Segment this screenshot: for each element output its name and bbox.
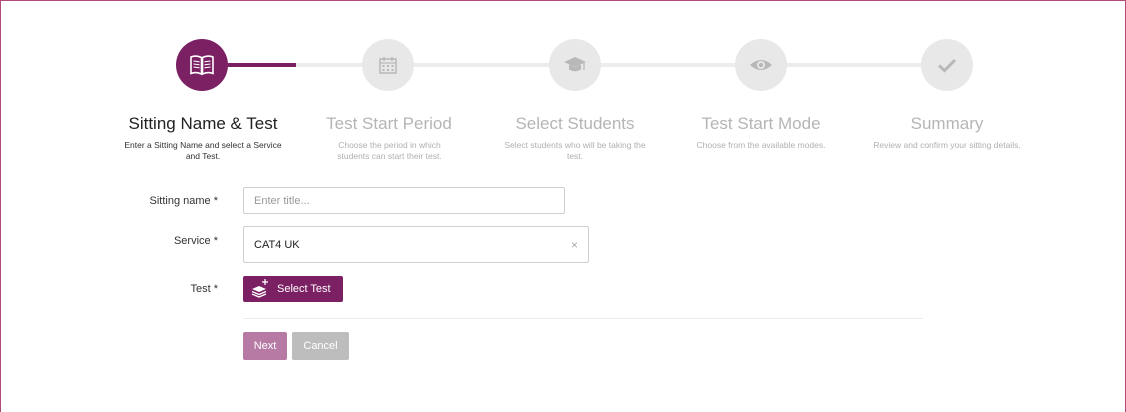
add-layers-icon: [251, 278, 269, 301]
form-divider: [243, 318, 923, 319]
open-book-icon: [189, 54, 215, 76]
step-4-title: Test Start Mode: [701, 114, 821, 133]
service-value: CAT4 UK: [254, 238, 300, 251]
calendar-icon: [378, 55, 398, 75]
graduation-cap-icon: [563, 55, 587, 75]
step-1-circle[interactable]: [176, 39, 228, 91]
service-select[interactable]: CAT4 UK ×: [243, 226, 589, 263]
clear-icon[interactable]: ×: [571, 238, 578, 252]
step-2-circle[interactable]: [362, 39, 414, 91]
cancel-button[interactable]: Cancel: [292, 332, 349, 360]
service-label: Service *: [173, 235, 218, 247]
next-button[interactable]: Next: [243, 332, 287, 360]
step-1-description: Enter a Sitting Name and select a Servic…: [124, 140, 282, 161]
step-5-circle[interactable]: [921, 39, 973, 91]
step-3-title: Select Students: [515, 114, 635, 133]
sitting-name-label: Sitting name *: [149, 195, 218, 207]
step-4-circle[interactable]: [735, 39, 787, 91]
progress-track-active: [228, 63, 296, 67]
step-2-title: Test Start Period: [326, 114, 452, 133]
select-test-button[interactable]: Select Test: [243, 276, 343, 302]
step-1-title: Sitting Name & Test: [128, 114, 278, 133]
step-2-description: Choose the period in which students can …: [337, 140, 442, 161]
checkmark-icon: [937, 57, 957, 73]
step-3-circle[interactable]: [549, 39, 601, 91]
select-test-label: Select Test: [277, 283, 331, 295]
step-5-title: Summary: [910, 114, 984, 133]
sitting-name-input[interactable]: Enter title...: [243, 187, 565, 214]
sitting-name-placeholder: Enter title...: [254, 194, 310, 207]
wizard-stepper: Sitting Name & Test Test Start Period Se…: [0, 0, 1126, 180]
step-4-description: Choose from the available modes.: [696, 140, 826, 150]
step-3-description: Select students who will be taking the t…: [504, 140, 646, 161]
step-5-description: Review and confirm your sitting details.: [873, 140, 1021, 150]
eye-icon: [749, 57, 773, 73]
test-label: Test *: [190, 283, 218, 295]
